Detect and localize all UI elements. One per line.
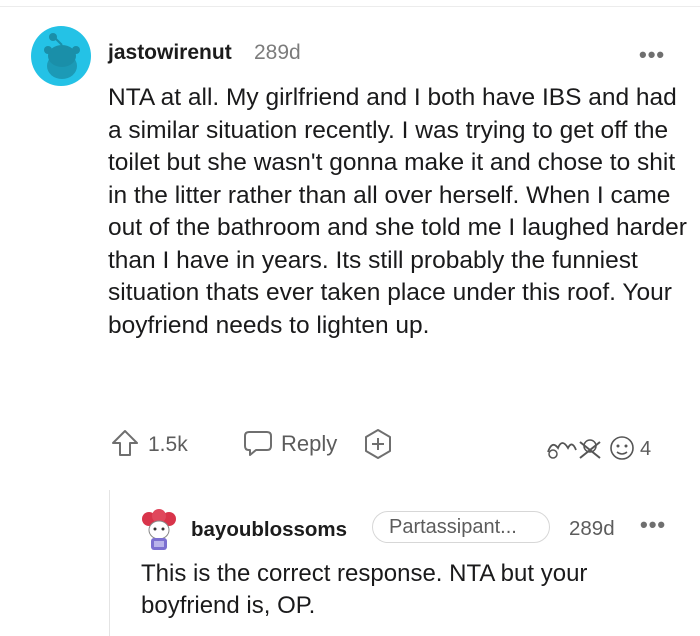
reply-bubble-icon[interactable] — [242, 428, 274, 458]
vote-count: 1.5k — [148, 433, 188, 456]
snoo-avatar-icon — [44, 33, 80, 79]
reply-avatar[interactable] — [139, 508, 179, 552]
reply-username[interactable]: bayoublossoms — [191, 518, 347, 542]
award-count: 4 — [640, 438, 652, 460]
reply-body: This is the correct response. NTA but yo… — [141, 560, 588, 619]
comment-timestamp: 289d — [254, 41, 301, 64]
comment-username[interactable]: jastowirenut — [108, 41, 232, 65]
reply-button[interactable]: Reply — [281, 431, 337, 457]
upvote-arrow-icon[interactable] — [110, 428, 140, 458]
avatar[interactable] — [31, 26, 91, 86]
reply-more-options-icon[interactable]: ••• — [640, 512, 666, 538]
reply-timestamp: 289d — [569, 517, 615, 540]
thread-line[interactable] — [109, 490, 110, 636]
top-divider — [0, 0, 700, 7]
more-options-icon[interactable]: ••• — [639, 42, 665, 68]
comment-body: NTA at all. My girlfriend and I both hav… — [108, 84, 687, 339]
user-flair: Partassipant... — [372, 511, 550, 543]
give-award-icon[interactable] — [362, 428, 394, 460]
awards-icons[interactable] — [544, 432, 636, 464]
